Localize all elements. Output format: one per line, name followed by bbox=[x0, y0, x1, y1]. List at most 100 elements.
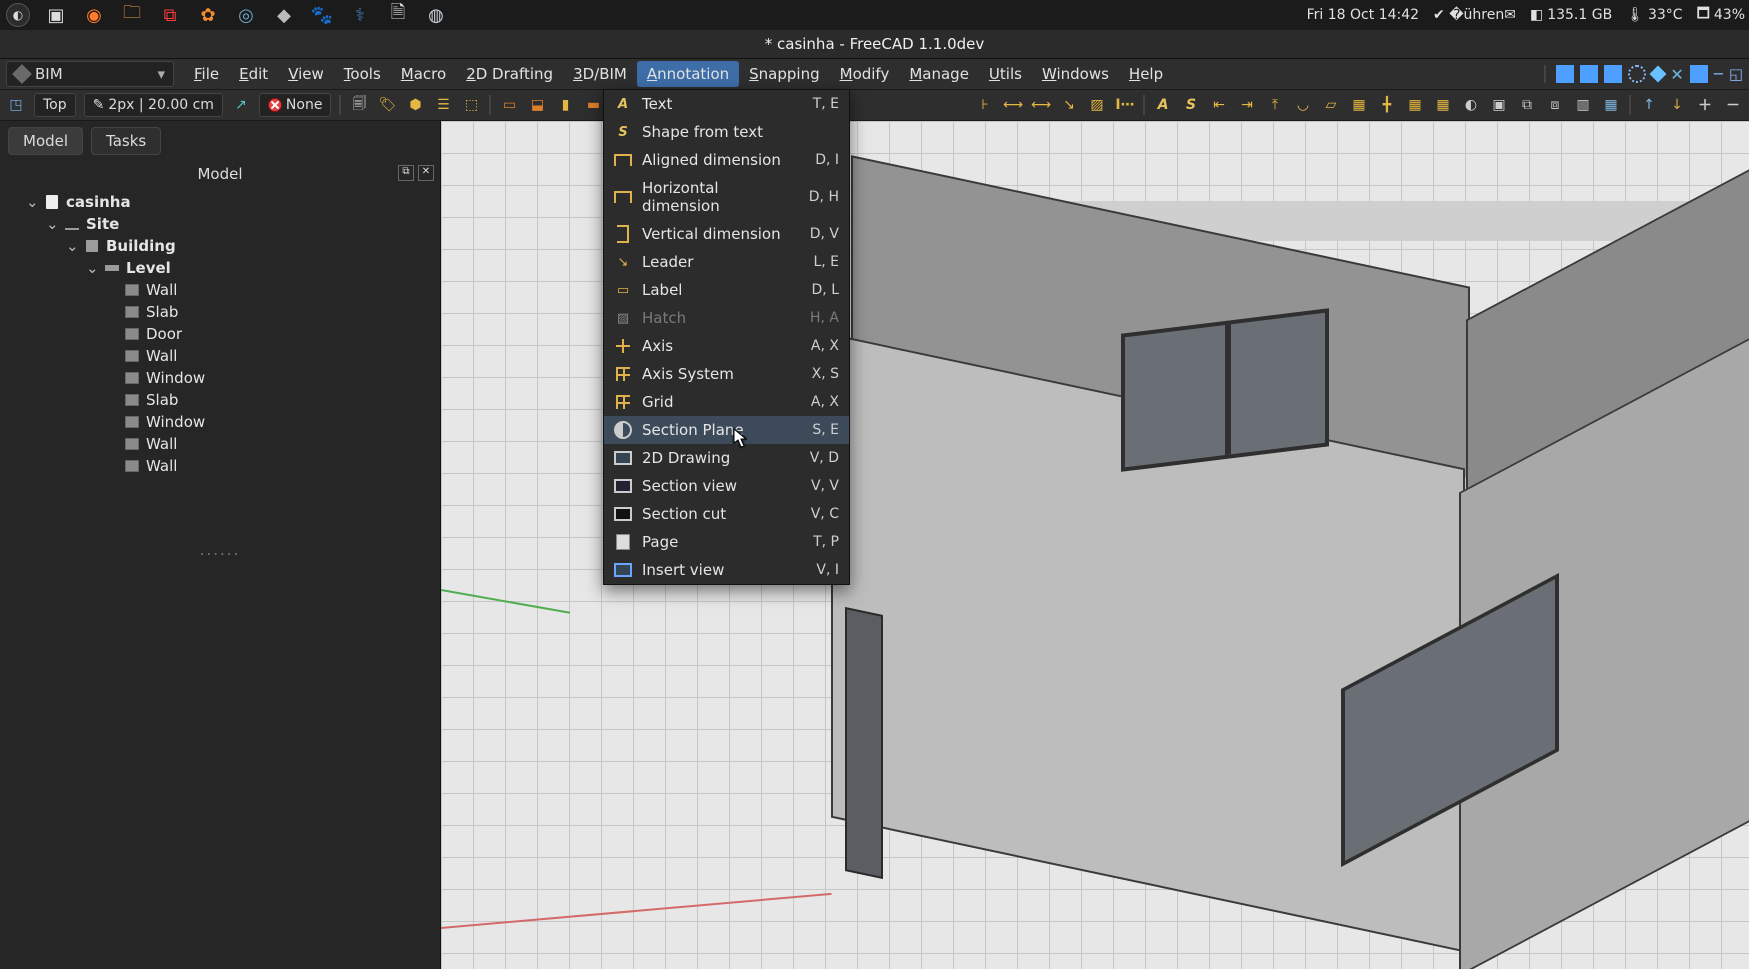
tree-level[interactable]: ⌄ Level bbox=[86, 257, 434, 279]
leader-icon[interactable]: ↘ bbox=[1059, 95, 1079, 115]
view-iso-icon[interactable] bbox=[1690, 65, 1708, 83]
menu-item-2d-drawing[interactable]: 2D DrawingV, D bbox=[604, 444, 849, 472]
menu-item-label[interactable]: ▭LabelD, L bbox=[604, 276, 849, 304]
minus-icon[interactable]: － bbox=[1723, 95, 1743, 115]
menu-item-insert-view[interactable]: Insert viewV, I bbox=[604, 556, 849, 584]
terminal-icon[interactable]: ▣ bbox=[42, 3, 70, 27]
firefox-icon[interactable]: ◉ bbox=[80, 3, 108, 27]
menu-3d-bim[interactable]: 3D/BIM bbox=[563, 61, 637, 87]
view-front-icon[interactable] bbox=[1556, 65, 1574, 83]
struct-tool-icon[interactable]: ⬓ bbox=[527, 95, 547, 115]
expander-icon[interactable]: ⌄ bbox=[26, 193, 38, 211]
tree-item-door[interactable]: Door bbox=[106, 323, 434, 345]
section-plane-icon[interactable]: ◐ bbox=[1461, 95, 1481, 115]
menu-item-section-view[interactable]: Section viewV, V bbox=[604, 472, 849, 500]
arrow-up-icon[interactable]: ↑ bbox=[1639, 95, 1659, 115]
menu-item-aligned-dimension[interactable]: Aligned dimensionD, I bbox=[604, 146, 849, 174]
menu-item-page[interactable]: PageT, P bbox=[604, 528, 849, 556]
expander-icon[interactable]: ⌄ bbox=[46, 215, 58, 233]
steam-icon[interactable]: ◍ bbox=[422, 3, 450, 27]
tree-doc-root[interactable]: ⌄ casinha bbox=[26, 191, 434, 213]
tree-item-wall[interactable]: Wall bbox=[106, 279, 434, 301]
tray-datetime[interactable]: Fri 18 Oct 14:42 bbox=[1307, 7, 1419, 23]
tray-sync-icon[interactable]: ✔ �ühren✉ bbox=[1433, 7, 1516, 23]
system-menu-icon[interactable]: ◐ bbox=[4, 3, 32, 27]
panel-detach-icon[interactable]: ⧉ bbox=[398, 165, 414, 181]
origin-icon[interactable] bbox=[1650, 66, 1667, 83]
model-tree[interactable]: ⌄ casinha ⌄ Site ⌄ Building bbox=[0, 187, 440, 481]
menu-manage[interactable]: Manage bbox=[899, 61, 979, 87]
tree-item-wall[interactable]: Wall bbox=[106, 433, 434, 455]
menu-item-vertical-dimension[interactable]: Vertical dimensionD, V bbox=[604, 220, 849, 248]
construction-icon[interactable]: ↗ bbox=[231, 95, 251, 115]
arrow-down-icon[interactable]: ↓ bbox=[1667, 95, 1687, 115]
tree-building[interactable]: ⌄ Building bbox=[66, 235, 434, 257]
axis-sys-icon[interactable]: ▦ bbox=[1405, 95, 1425, 115]
section-view-icon[interactable]: ⧉ bbox=[1517, 95, 1537, 115]
panel-splitter[interactable]: ...... bbox=[0, 481, 440, 559]
slab-tool-icon[interactable]: ▬ bbox=[583, 95, 603, 115]
tray-battery[interactable]: 🗖 43% bbox=[1697, 3, 1745, 27]
view-right-icon[interactable] bbox=[1604, 65, 1622, 83]
line-width-chip[interactable]: ✎ 2px | 20.00 cm bbox=[84, 93, 223, 117]
label-icon[interactable]: ▱ bbox=[1321, 95, 1341, 115]
page-icon[interactable]: ▥ bbox=[1573, 95, 1593, 115]
gimp-icon[interactable]: 🐾 bbox=[308, 3, 336, 27]
text-editor-icon[interactable]: 🗎 bbox=[384, 3, 412, 27]
column-tool-icon[interactable]: ▮ bbox=[555, 95, 575, 115]
menu-item-horizontal-dimension[interactable]: Horizontal dimensionD, H bbox=[604, 174, 849, 220]
minimize-icon[interactable]: ─ bbox=[1714, 65, 1723, 83]
menu-file[interactable]: File bbox=[184, 61, 229, 87]
menu-view[interactable]: View bbox=[278, 61, 334, 87]
menu-item-axis[interactable]: AxisA, X bbox=[604, 332, 849, 360]
python-icon[interactable]: ⚕ bbox=[346, 3, 374, 27]
close-view-icon[interactable]: ✕ bbox=[1670, 65, 1683, 84]
tree-item-window[interactable]: Window bbox=[106, 367, 434, 389]
copy-icon[interactable]: 🗐 bbox=[349, 95, 369, 115]
stack-icon[interactable]: ☰ bbox=[433, 95, 453, 115]
view-top-icon[interactable] bbox=[1580, 65, 1598, 83]
hatch2-icon[interactable]: ▦ bbox=[1349, 95, 1369, 115]
menu-edit[interactable]: Edit bbox=[229, 61, 278, 87]
menu-item-section-plane[interactable]: Section PlaneS, E bbox=[604, 416, 849, 444]
menu-tools[interactable]: Tools bbox=[334, 61, 391, 87]
dim-tool2-icon[interactable]: ⇥ bbox=[1237, 95, 1257, 115]
expander-icon[interactable]: ⌄ bbox=[86, 259, 98, 277]
text-tool-icon[interactable]: I⋯ bbox=[1115, 95, 1135, 115]
menu-item-shape-from-text[interactable]: SShape from text bbox=[604, 118, 849, 146]
files-icon[interactable]: 🗀 bbox=[118, 3, 146, 27]
panel-close-icon[interactable]: ✕ bbox=[418, 165, 434, 181]
menu-item-leader[interactable]: ↘LeaderL, E bbox=[604, 248, 849, 276]
menu-modify[interactable]: Modify bbox=[830, 61, 900, 87]
inkscape-icon[interactable]: ◆ bbox=[270, 3, 298, 27]
section-cut-icon[interactable]: ⧈ bbox=[1545, 95, 1565, 115]
expander-icon[interactable]: ⌄ bbox=[66, 237, 78, 255]
tray-temp[interactable]: 🌡 33°C bbox=[1626, 7, 1682, 23]
menu-2d-drafting[interactable]: 2D Drafting bbox=[456, 61, 563, 87]
tree-item-slab[interactable]: Slab bbox=[106, 301, 434, 323]
hatch-icon[interactable]: ▨ bbox=[1087, 95, 1107, 115]
tree-item-wall[interactable]: Wall bbox=[106, 345, 434, 367]
menu-snapping[interactable]: Snapping bbox=[739, 61, 829, 87]
working-plane-chip[interactable]: Top bbox=[34, 93, 76, 117]
style-none-chip[interactable]: None bbox=[259, 93, 332, 117]
boxes-icon[interactable]: ⬚ bbox=[461, 95, 481, 115]
freecad-icon[interactable]: ⧉ bbox=[156, 3, 184, 27]
browser-icon[interactable]: ◎ bbox=[232, 3, 260, 27]
wp-icon[interactable]: ◳ bbox=[6, 95, 26, 115]
box-icon[interactable]: ⬢ bbox=[405, 95, 425, 115]
menu-utils[interactable]: Utils bbox=[979, 61, 1032, 87]
dim-arc-icon[interactable]: ◡ bbox=[1293, 95, 1313, 115]
drawing-icon[interactable]: ▣ bbox=[1489, 95, 1509, 115]
tray-disk[interactable]: ◧ 135.1 GB bbox=[1530, 7, 1612, 23]
tab-model[interactable]: Model bbox=[8, 127, 83, 155]
tree-item-wall[interactable]: Wall bbox=[106, 455, 434, 477]
insert-view-icon[interactable]: ▦ bbox=[1601, 95, 1621, 115]
wall-tool-icon[interactable]: ▭ bbox=[499, 95, 519, 115]
tree-item-slab[interactable]: Slab bbox=[106, 389, 434, 411]
menu-help[interactable]: Help bbox=[1119, 61, 1173, 87]
menu-macro[interactable]: Macro bbox=[391, 61, 456, 87]
tab-tasks[interactable]: Tasks bbox=[91, 127, 161, 155]
tree-item-window[interactable]: Window bbox=[106, 411, 434, 433]
workbench-selector[interactable]: BIM ▾ bbox=[6, 61, 174, 87]
